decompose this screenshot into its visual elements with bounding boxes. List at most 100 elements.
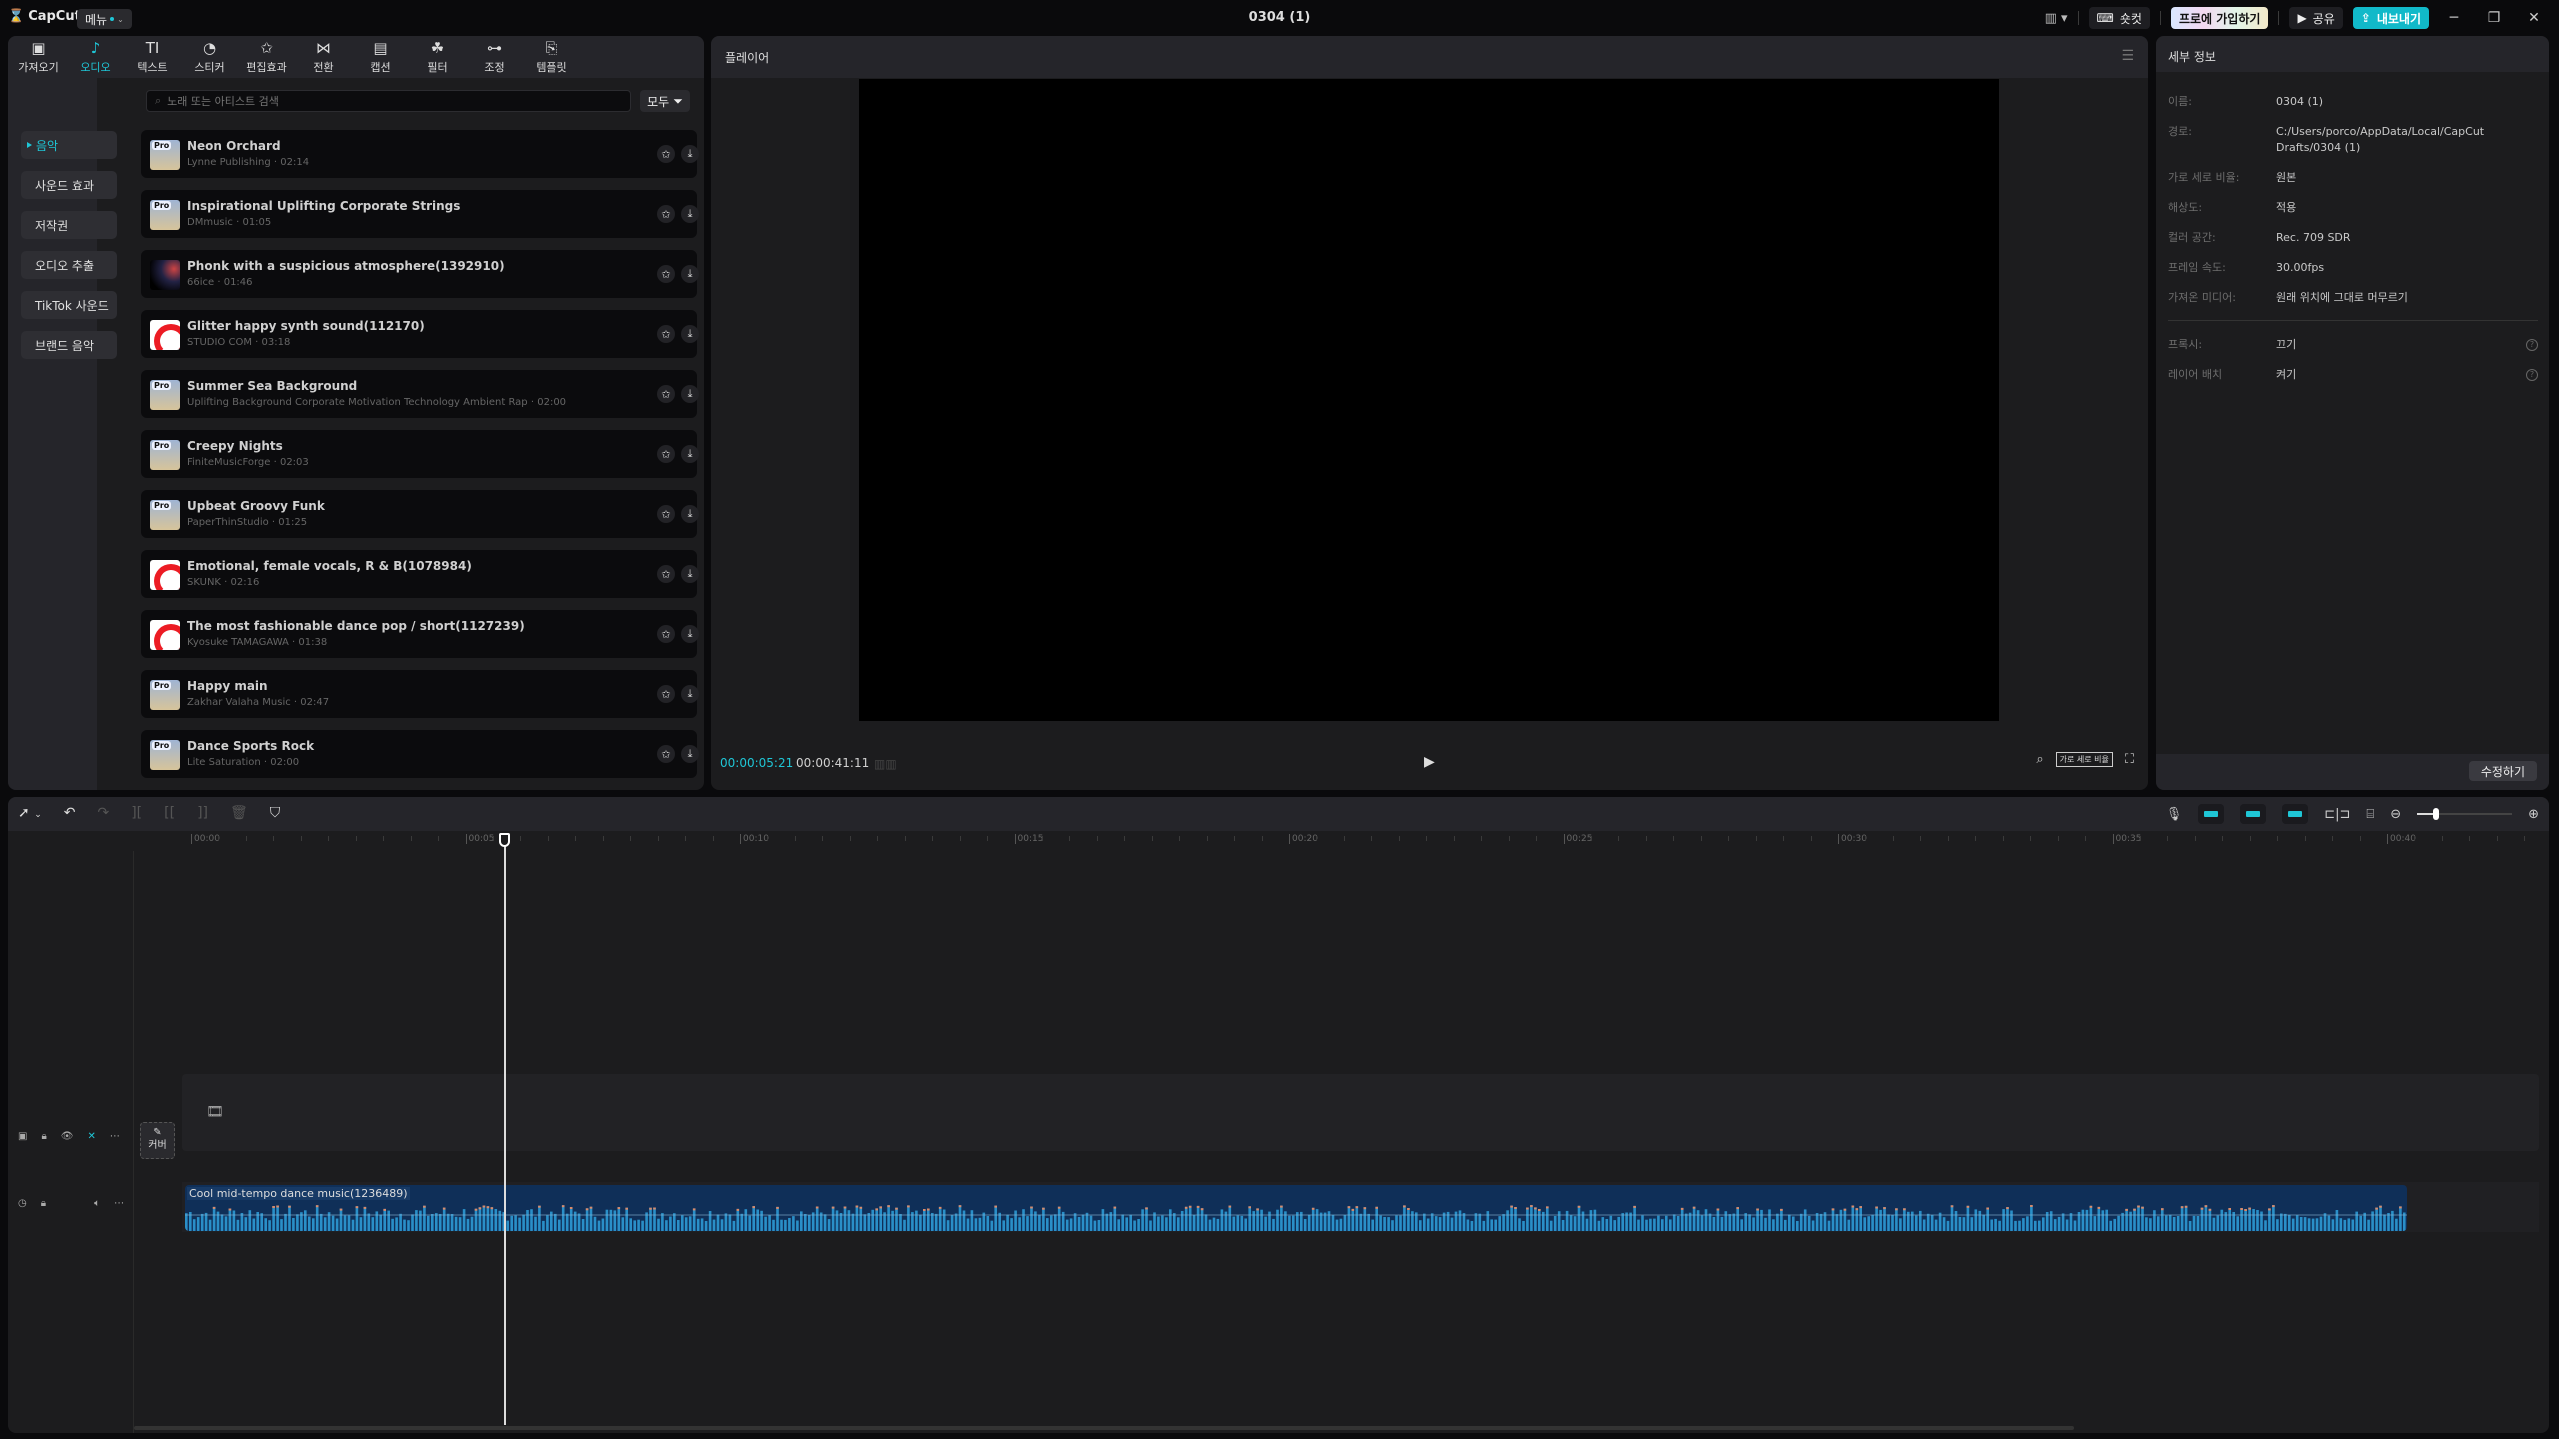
zoom-out-icon[interactable]: ⊖: [2390, 807, 2401, 822]
track-item[interactable]: The most fashionable dance pop / short(1…: [141, 610, 699, 658]
favorite-star-icon[interactable]: ✩: [657, 565, 675, 583]
filter-button[interactable]: 모두 ⏷: [640, 90, 690, 112]
favorite-star-icon[interactable]: ✩: [657, 685, 675, 703]
split-icon[interactable]: ][: [131, 805, 142, 821]
mute-icon[interactable]: ✕: [87, 1131, 95, 1142]
close-button[interactable]: ✕: [2519, 10, 2549, 26]
favorite-star-icon[interactable]: ✩: [657, 145, 675, 163]
tab-audio[interactable]: ♪ 오디오: [67, 36, 124, 78]
tab-transition[interactable]: ⋈ 전환: [295, 36, 352, 78]
restore-button[interactable]: ❐: [2479, 10, 2509, 26]
track-item[interactable]: Pro Inspirational Uplifting Corporate St…: [141, 190, 699, 238]
download-icon[interactable]: ⤓: [681, 325, 699, 343]
track-item[interactable]: Pro Neon Orchard Lynne Publishing · 02:1…: [141, 130, 699, 178]
time-ruler[interactable]: 00:00 00:05 00:10 00:15 00:20 00:25 00:30 00:35…: [8, 831, 2549, 851]
download-icon[interactable]: ⤓: [681, 505, 699, 523]
play-button[interactable]: ▶: [1424, 754, 1435, 770]
track-item[interactable]: Pro Creepy Nights FiniteMusicForge · 02:…: [141, 430, 699, 478]
export-button[interactable]: ⇪ 내보내기: [2352, 7, 2429, 29]
audio-clip[interactable]: Cool mid-tempo dance music(1236489): [185, 1185, 2407, 1231]
split-right-icon[interactable]: ]]: [197, 805, 208, 821]
sidenav-item-sound-effects[interactable]: 사운드 효과: [21, 171, 117, 199]
share-button[interactable]: ▶ 공유: [2289, 7, 2343, 29]
sidenav-item-brand-music[interactable]: 브랜드 음악: [21, 331, 117, 359]
preview-axis-icon[interactable]: ⊏|⊐: [2324, 807, 2350, 822]
tab-import[interactable]: ▣ 가져오기: [10, 36, 67, 78]
track-item[interactable]: Pro Happy main Zakhar Valaha Music · 02:…: [141, 670, 699, 718]
eye-icon[interactable]: 👁︎: [61, 1131, 74, 1142]
tab-filter[interactable]: ☘ 필터: [409, 36, 466, 78]
sidenav-item-copyright[interactable]: 저작권: [21, 211, 117, 239]
timecode-list-icon[interactable]: ▥▥: [874, 757, 897, 771]
aspect-ratio-button[interactable]: 가로 세로 비율: [2055, 752, 2113, 767]
fullscreen-icon[interactable]: ⛶: [2125, 752, 2134, 767]
main-video-track[interactable]: 🎞︎: [182, 1074, 2539, 1151]
track-item[interactable]: Pro Summer Sea Background Uplifting Back…: [141, 370, 699, 418]
playhead-handle[interactable]: [498, 833, 510, 847]
delete-icon[interactable]: 🗑: [230, 805, 248, 821]
redo-icon[interactable]: ↷: [97, 805, 109, 821]
playhead[interactable]: [503, 839, 506, 1425]
zoom-in-icon[interactable]: ⊕: [2528, 807, 2539, 822]
minimize-button[interactable]: ─: [2439, 10, 2469, 26]
tab-text[interactable]: TI 텍스트: [124, 36, 181, 78]
video-preview[interactable]: [859, 79, 1999, 721]
favorite-star-icon[interactable]: ✩: [657, 505, 675, 523]
sidenav-item-extract-audio[interactable]: 오디오 추출: [21, 251, 117, 279]
download-icon[interactable]: ⤓: [681, 265, 699, 283]
select-tool-icon[interactable]: ➚ ⌄: [18, 805, 42, 821]
track-item[interactable]: Glitter happy synth sound(112170) STUDIO…: [141, 310, 699, 358]
auto-snap-toggle[interactable]: [2240, 804, 2267, 824]
track-item[interactable]: Pro Dance Sports Rock Lite Saturation · …: [141, 730, 699, 778]
download-icon[interactable]: ⤓: [681, 145, 699, 163]
zoom-slider-knob[interactable]: [2433, 808, 2440, 820]
download-icon[interactable]: ⤓: [681, 685, 699, 703]
volume-icon[interactable]: 🔈︎: [94, 1198, 100, 1209]
join-pro-button[interactable]: 프로에 가입하기: [2170, 7, 2269, 29]
timeline-zoom-slider[interactable]: [2417, 808, 2513, 820]
hamburger-menu-icon[interactable]: ☰: [2121, 48, 2134, 64]
search-input[interactable]: [167, 94, 608, 108]
favorite-star-icon[interactable]: ✩: [657, 625, 675, 643]
main-track-magnet-toggle[interactable]: [2198, 804, 2225, 824]
track-item[interactable]: Pro Upbeat Groovy Funk PaperThinStudio ·…: [141, 490, 699, 538]
tab-sticker[interactable]: ◔ 스티커: [181, 36, 238, 78]
tab-template[interactable]: ⎘ 템플릿: [523, 36, 580, 78]
favorite-star-icon[interactable]: ✩: [657, 205, 675, 223]
edit-button[interactable]: 수정하기: [2468, 761, 2537, 781]
marker-icon[interactable]: ⛉: [270, 805, 281, 821]
download-icon[interactable]: ⤓: [681, 745, 699, 763]
horizontal-scrollbar[interactable]: [134, 1426, 2074, 1430]
download-icon[interactable]: ⤓: [681, 565, 699, 583]
favorite-star-icon[interactable]: ✩: [657, 325, 675, 343]
microphone-icon[interactable]: 🎙: [2166, 807, 2183, 822]
shortcut-button[interactable]: ⌨ 숏컷: [2088, 7, 2150, 29]
layout-icon[interactable]: ▥ ▾: [2045, 11, 2068, 26]
help-icon[interactable]: ?: [2526, 339, 2538, 351]
download-icon[interactable]: ⤓: [681, 445, 699, 463]
undo-icon[interactable]: ↶: [64, 805, 76, 821]
search-box[interactable]: ⌕: [146, 90, 631, 112]
more-icon[interactable]: ⋯: [114, 1198, 124, 1209]
tab-adjust[interactable]: ⊶ 조정: [466, 36, 523, 78]
snapshot-icon[interactable]: ⌕: [2036, 752, 2043, 767]
track-item[interactable]: Phonk with a suspicious atmosphere(13929…: [141, 250, 699, 298]
favorite-star-icon[interactable]: ✩: [657, 745, 675, 763]
help-icon[interactable]: ?: [2526, 369, 2538, 381]
more-icon[interactable]: ⋯: [110, 1131, 120, 1142]
cover-button[interactable]: ✎ 커버: [140, 1122, 175, 1159]
favorite-star-icon[interactable]: ✩: [657, 265, 675, 283]
sidenav-item-music[interactable]: 음악: [21, 131, 117, 159]
favorite-star-icon[interactable]: ✩: [657, 385, 675, 403]
tab-effects[interactable]: ✩ 편집효과: [238, 36, 295, 78]
fit-timeline-icon[interactable]: ⌸: [2366, 807, 2374, 822]
download-icon[interactable]: ⤓: [681, 385, 699, 403]
tab-caption[interactable]: ▤ 캡션: [352, 36, 409, 78]
favorite-star-icon[interactable]: ✩: [657, 445, 675, 463]
linkage-toggle[interactable]: [2282, 804, 2309, 824]
sidenav-item-tiktok-sounds[interactable]: TikTok 사운드: [21, 291, 117, 319]
split-left-icon[interactable]: [[: [164, 805, 175, 821]
lock-icon[interactable]: 🔒︎: [41, 1198, 46, 1209]
lock-icon[interactable]: 🔒︎: [41, 1131, 46, 1142]
track-item[interactable]: Emotional, female vocals, R & B(1078984)…: [141, 550, 699, 598]
